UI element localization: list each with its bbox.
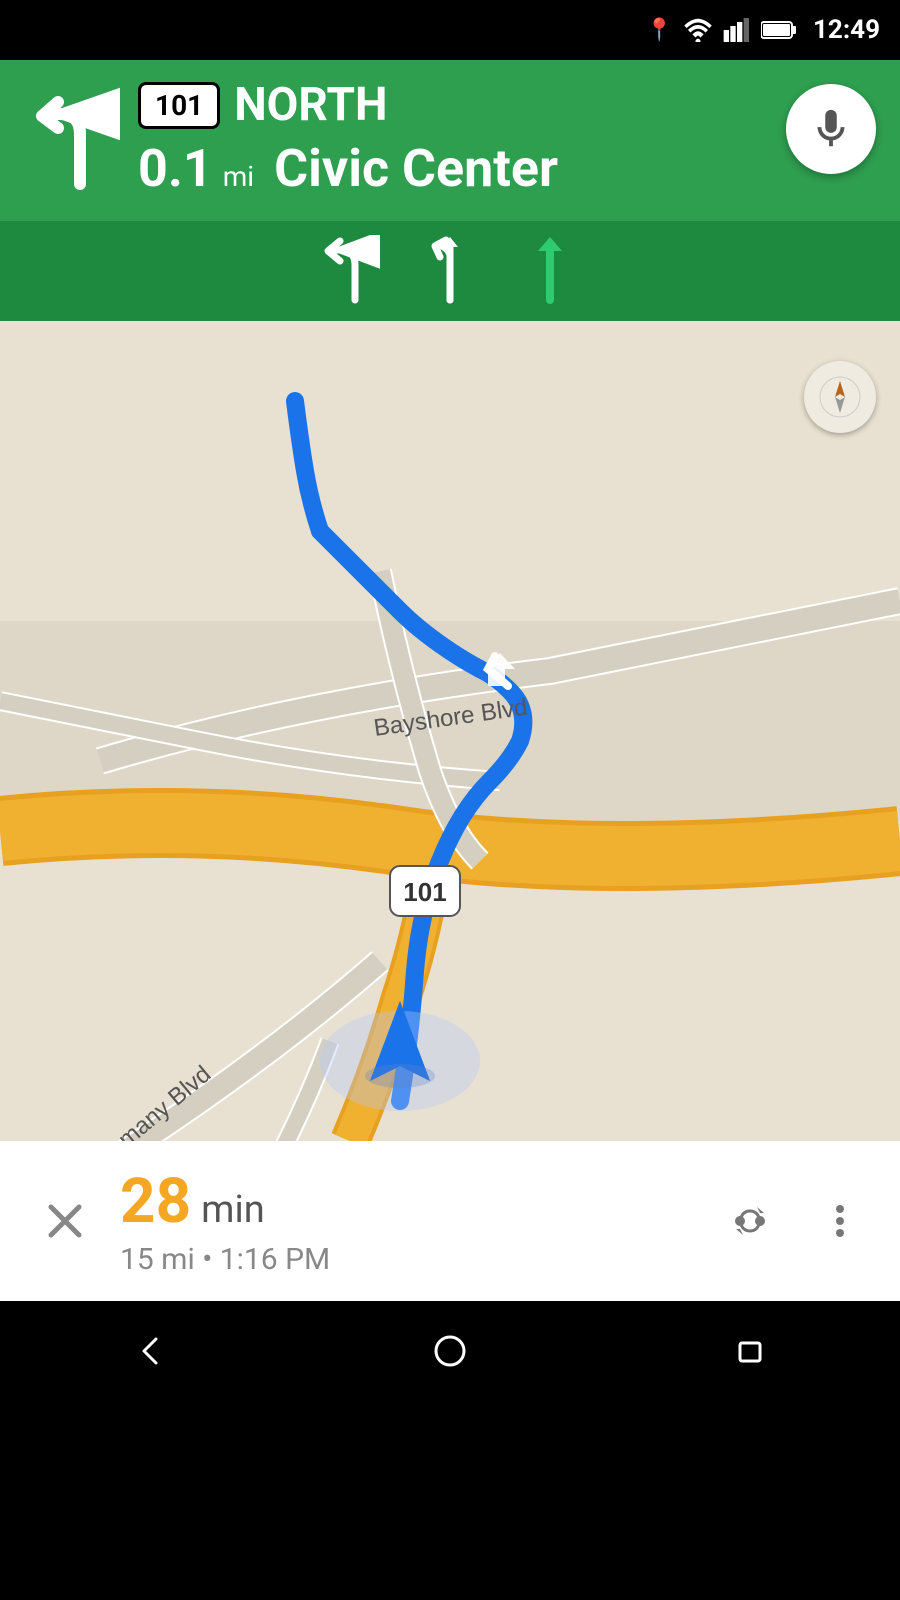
- recents-icon: [730, 1331, 770, 1371]
- lane-arrow-1: [320, 235, 380, 305]
- separator: •: [202, 1242, 212, 1277]
- highway-badge: 101 NORTH: [138, 78, 558, 132]
- back-button[interactable]: [115, 1316, 185, 1386]
- more-options-button[interactable]: [810, 1191, 870, 1251]
- distance-row: 0.1 mi Civic Center: [138, 138, 558, 199]
- mic-button[interactable]: [786, 84, 876, 174]
- eta-min-label: min: [201, 1188, 265, 1232]
- close-icon: [43, 1199, 87, 1243]
- status-bar: 📍 12:49: [0, 0, 900, 60]
- turn-arrow-icon: [20, 84, 120, 194]
- distance-remaining: 15 mi: [120, 1242, 195, 1277]
- highway-shield: 101: [138, 82, 220, 129]
- signal-icon: [723, 18, 751, 42]
- route-info: 101 NORTH 0.1 mi Civic Center: [138, 78, 558, 199]
- battery-icon: [761, 19, 797, 41]
- close-nav-button[interactable]: [30, 1186, 100, 1256]
- distance-unit: mi: [223, 160, 254, 193]
- clock: 12:49: [813, 15, 880, 45]
- wifi-icon: [683, 18, 713, 42]
- compass-button[interactable]: [804, 361, 876, 433]
- map-area[interactable]: 101 Bayshore Blvd Alemany Blvd Peralta: [0, 321, 900, 1141]
- distance-number: 0.1: [138, 138, 213, 199]
- mic-icon: [808, 106, 854, 152]
- map-svg: 101 Bayshore Blvd Alemany Blvd Peralta: [0, 321, 900, 1141]
- turn-arrow-container: [20, 89, 120, 189]
- street-name: Civic Center: [274, 138, 558, 199]
- more-options-icon: [818, 1199, 862, 1243]
- eta-details: 15 mi • 1:16 PM: [120, 1242, 720, 1277]
- android-nav-bar: [0, 1301, 900, 1401]
- nav-header: 101 NORTH 0.1 mi Civic Center: [0, 60, 900, 221]
- nav-bottom-bar: 28 min 15 mi • 1:16 PM: [0, 1141, 900, 1301]
- lane-arrow-2: [420, 235, 480, 305]
- route-options-button[interactable]: [720, 1191, 780, 1251]
- arrival-time: 1:16 PM: [220, 1242, 330, 1277]
- nav-actions: [720, 1191, 870, 1251]
- compass-icon: [818, 375, 862, 419]
- home-button[interactable]: [415, 1316, 485, 1386]
- recents-button[interactable]: [715, 1316, 785, 1386]
- back-icon: [130, 1331, 170, 1371]
- lane-guide: [0, 221, 900, 321]
- home-icon: [430, 1331, 470, 1371]
- eta-section: 28 min 15 mi • 1:16 PM: [100, 1165, 720, 1277]
- svg-text:101: 101: [403, 877, 446, 907]
- location-icon: 📍: [646, 18, 673, 43]
- lane-arrow-3: [520, 235, 580, 305]
- direction-label: NORTH: [234, 78, 387, 132]
- eta-minutes: 28: [120, 1165, 191, 1238]
- route-options-icon: [728, 1199, 772, 1243]
